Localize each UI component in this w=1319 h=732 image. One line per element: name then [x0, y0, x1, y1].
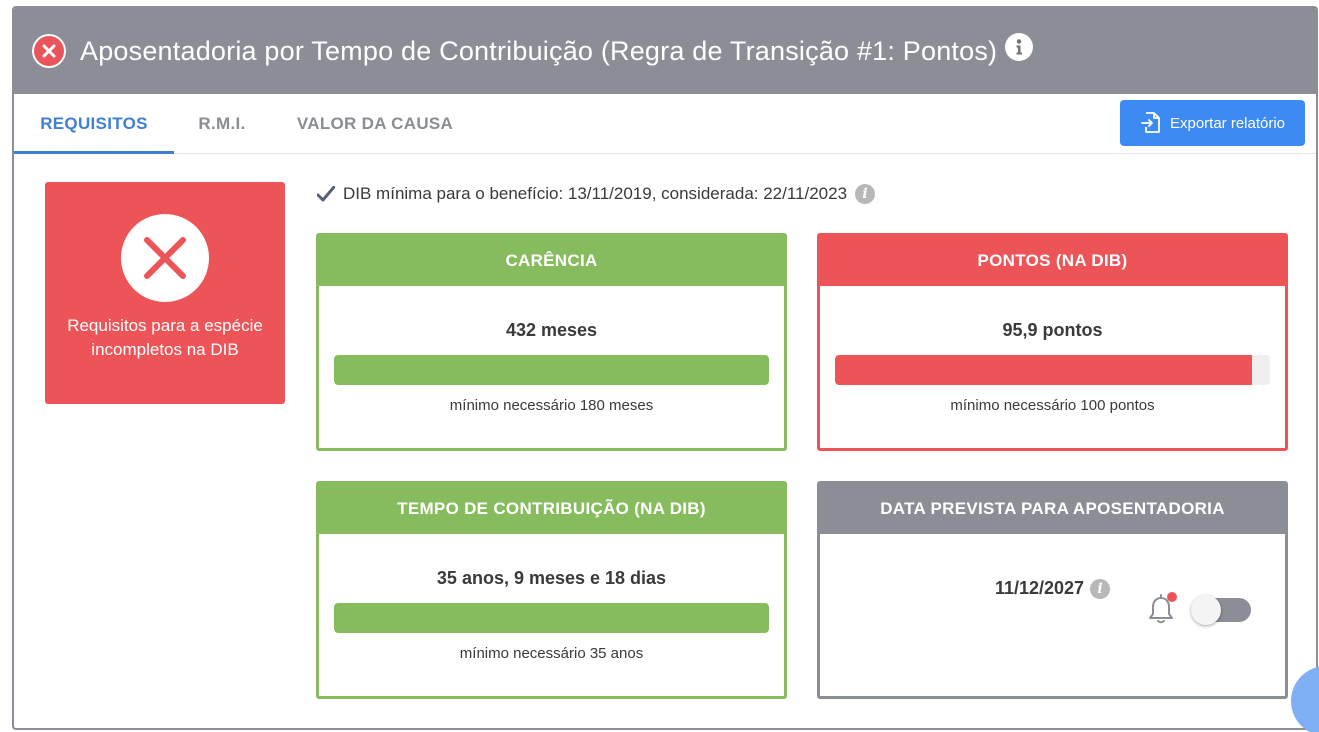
- progress-bar: [334, 603, 769, 633]
- tab-rmi[interactable]: R.M.I.: [182, 94, 262, 154]
- card-value: 95,9 pontos: [1002, 320, 1103, 340]
- progress-bar: [334, 355, 769, 385]
- card-minimum: mínimo necessário 100 pontos: [950, 397, 1155, 414]
- export-report-button[interactable]: Exportar relatório: [1120, 100, 1305, 146]
- card-title: TEMPO DE CONTRIBUIÇÃO (NA DIB): [319, 484, 784, 534]
- card-pontos: PONTOS (NA DIB) 95,9 pontos mínimo neces…: [817, 233, 1288, 451]
- progress-fill: [835, 355, 1253, 385]
- card-data-prevista: DATA PREVISTA PARA APOSENTADORIA 11/12/2…: [817, 481, 1288, 699]
- export-file-icon: [1141, 112, 1160, 133]
- card-value: 432 meses: [505, 320, 598, 340]
- card-title: CARÊNCIA: [319, 236, 784, 286]
- info-icon[interactable]: i: [855, 184, 876, 204]
- card-title: DATA PREVISTA PARA APOSENTADORIA: [820, 484, 1285, 534]
- info-icon[interactable]: i: [1090, 578, 1111, 599]
- status-text: Requisitos para a espécie incompletos na…: [67, 316, 263, 359]
- card-title: PONTOS (NA DIB): [820, 236, 1285, 286]
- date-row: 11/12/2027 i: [820, 578, 1285, 599]
- card-minimum: mínimo necessário 35 anos: [459, 645, 644, 662]
- page-title: Aposentadoria por Tempo de Contribuição …: [80, 35, 998, 66]
- modal-header: Aposentadoria por Tempo de Contribuição …: [14, 8, 1316, 94]
- tab-bar: REQUISITOS R.M.I. VALOR DA CAUSA Exporta…: [14, 94, 1316, 154]
- tab-valor-da-causa[interactable]: VALOR DA CAUSA: [280, 94, 470, 154]
- notification-toggle[interactable]: [1191, 595, 1251, 625]
- card-carencia: CARÊNCIA 432 meses mínimo necessário 180…: [316, 233, 787, 451]
- card-tempo-contribuicao: TEMPO DE CONTRIBUIÇÃO (NA DIB) 35 anos, …: [316, 481, 787, 699]
- dib-text: DIB mínima para o benefício: 13/11/2019,…: [343, 184, 848, 203]
- tab-requisitos[interactable]: REQUISITOS: [14, 94, 174, 154]
- dib-info: DIB mínima para o benefício: 13/11/2019,…: [317, 184, 876, 204]
- card-minimum: mínimo necessário 180 meses: [449, 397, 654, 414]
- notification-dot: [1167, 592, 1177, 602]
- toggle-knob: [1191, 595, 1221, 625]
- export-button-label: Exportar relatório: [1169, 114, 1286, 132]
- status-panel: Requisitos para a espécie incompletos na…: [45, 182, 285, 404]
- close-circle-icon[interactable]: [32, 34, 66, 68]
- card-value: 11/12/2027: [994, 578, 1085, 598]
- progress-fill: [334, 603, 769, 633]
- x-icon: [121, 214, 209, 302]
- modal-window: Aposentadoria por Tempo de Contribuição …: [12, 6, 1318, 730]
- card-value: 35 anos, 9 meses e 18 dias: [436, 568, 667, 588]
- info-icon[interactable]: [1005, 33, 1034, 61]
- bell-icon[interactable]: [1147, 592, 1177, 626]
- progress-fill: [334, 355, 769, 385]
- check-icon: [317, 186, 335, 202]
- progress-bar: [835, 355, 1270, 385]
